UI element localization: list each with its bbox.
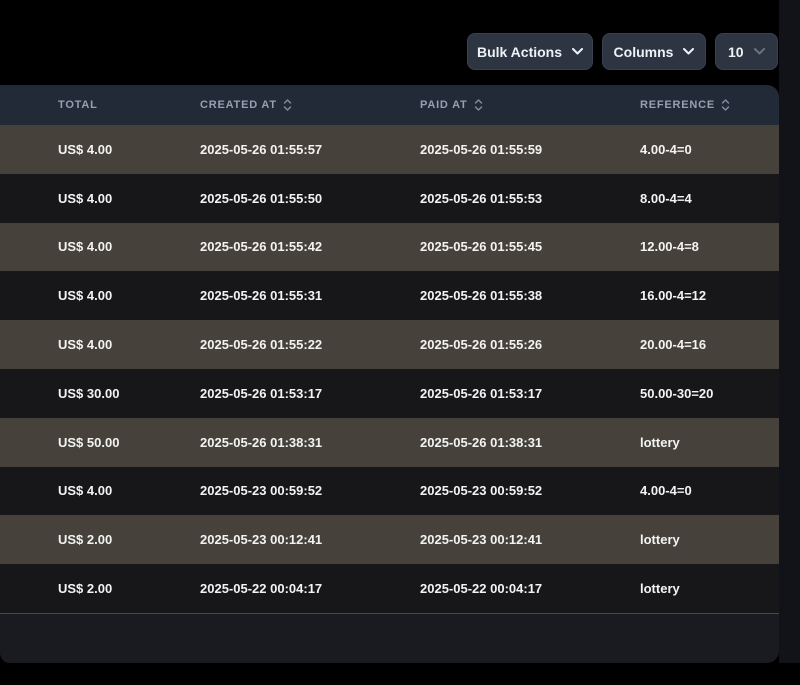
columns-label: Columns: [614, 44, 674, 60]
cell-reference: lottery: [640, 435, 779, 450]
table-row[interactable]: US$ 30.002025-05-26 01:53:172025-05-26 0…: [0, 369, 779, 418]
column-header-label: PAID AT: [420, 99, 468, 111]
table-footer: [0, 613, 779, 663]
cell-reference: 16.00-4=12: [640, 288, 779, 303]
cell-reference: 12.00-4=8: [640, 239, 779, 254]
table-row[interactable]: US$ 2.002025-05-23 00:12:412025-05-23 00…: [0, 515, 779, 564]
cell-paid-at: 2025-05-26 01:55:26: [420, 337, 640, 352]
cell-reference: 4.00-4=0: [640, 142, 779, 157]
cell-reference: lottery: [640, 581, 779, 596]
right-gutter: [779, 0, 800, 663]
column-header-created-at[interactable]: CREATED AT: [200, 99, 420, 111]
table-row[interactable]: US$ 4.002025-05-26 01:55:222025-05-26 01…: [0, 320, 779, 369]
cell-created-at: 2025-05-26 01:55:57: [200, 142, 420, 157]
column-header-total: TOTAL: [0, 99, 200, 111]
cell-total: US$ 4.00: [0, 337, 200, 352]
page: Bulk Actions Columns 10 TOTAL CREATED AT: [0, 0, 800, 685]
bulk-actions-button[interactable]: Bulk Actions: [467, 33, 593, 70]
cell-reference: 20.00-4=16: [640, 337, 779, 352]
cell-total: US$ 30.00: [0, 386, 200, 401]
page-size-value: 10: [728, 44, 744, 60]
cell-created-at: 2025-05-23 00:59:52: [200, 483, 420, 498]
cell-paid-at: 2025-05-26 01:53:17: [420, 386, 640, 401]
chevron-down-icon: [572, 48, 583, 55]
sort-icon: [721, 99, 730, 111]
sort-icon: [474, 99, 483, 111]
cell-reference: lottery: [640, 532, 779, 547]
column-header-label: REFERENCE: [640, 99, 715, 111]
table-row[interactable]: US$ 50.002025-05-26 01:38:312025-05-26 0…: [0, 418, 779, 467]
column-header-paid-at[interactable]: PAID AT: [420, 99, 640, 111]
column-header-label: TOTAL: [58, 99, 98, 111]
cell-total: US$ 4.00: [0, 191, 200, 206]
cell-total: US$ 4.00: [0, 239, 200, 254]
cell-total: US$ 2.00: [0, 532, 200, 547]
cell-paid-at: 2025-05-26 01:55:59: [420, 142, 640, 157]
cell-total: US$ 50.00: [0, 435, 200, 450]
table-row[interactable]: US$ 4.002025-05-23 00:59:522025-05-23 00…: [0, 467, 779, 516]
table-row[interactable]: US$ 4.002025-05-26 01:55:312025-05-26 01…: [0, 271, 779, 320]
cell-created-at: 2025-05-26 01:55:22: [200, 337, 420, 352]
cell-paid-at: 2025-05-23 00:59:52: [420, 483, 640, 498]
cell-paid-at: 2025-05-26 01:55:38: [420, 288, 640, 303]
cell-reference: 50.00-30=20: [640, 386, 779, 401]
cell-paid-at: 2025-05-26 01:38:31: [420, 435, 640, 450]
cell-created-at: 2025-05-26 01:55:50: [200, 191, 420, 206]
chevron-down-icon: [754, 48, 765, 55]
cell-paid-at: 2025-05-26 01:55:53: [420, 191, 640, 206]
table-body: US$ 4.002025-05-26 01:55:572025-05-26 01…: [0, 125, 779, 613]
table-row[interactable]: US$ 4.002025-05-26 01:55:572025-05-26 01…: [0, 125, 779, 174]
column-header-label: CREATED AT: [200, 99, 277, 111]
columns-button[interactable]: Columns: [602, 33, 706, 70]
cell-created-at: 2025-05-23 00:12:41: [200, 532, 420, 547]
page-size-select[interactable]: 10: [715, 33, 778, 70]
cell-paid-at: 2025-05-26 01:55:45: [420, 239, 640, 254]
payments-table: TOTAL CREATED AT PAID AT REFERENCE: [0, 85, 779, 663]
cell-created-at: 2025-05-26 01:55:42: [200, 239, 420, 254]
cell-created-at: 2025-05-26 01:53:17: [200, 386, 420, 401]
sort-icon: [283, 99, 292, 111]
cell-created-at: 2025-05-26 01:55:31: [200, 288, 420, 303]
cell-reference: 8.00-4=4: [640, 191, 779, 206]
table-toolbar: Bulk Actions Columns 10: [467, 33, 778, 70]
column-header-reference[interactable]: REFERENCE: [640, 99, 779, 111]
cell-paid-at: 2025-05-22 00:04:17: [420, 581, 640, 596]
cell-total: US$ 4.00: [0, 483, 200, 498]
table-row[interactable]: US$ 2.002025-05-22 00:04:172025-05-22 00…: [0, 564, 779, 613]
table-header-row: TOTAL CREATED AT PAID AT REFERENCE: [0, 85, 779, 125]
table-row[interactable]: US$ 4.002025-05-26 01:55:502025-05-26 01…: [0, 174, 779, 223]
table-row[interactable]: US$ 4.002025-05-26 01:55:422025-05-26 01…: [0, 223, 779, 272]
cell-reference: 4.00-4=0: [640, 483, 779, 498]
cell-total: US$ 4.00: [0, 288, 200, 303]
bulk-actions-label: Bulk Actions: [477, 44, 562, 60]
cell-total: US$ 4.00: [0, 142, 200, 157]
cell-total: US$ 2.00: [0, 581, 200, 596]
cell-created-at: 2025-05-26 01:38:31: [200, 435, 420, 450]
cell-paid-at: 2025-05-23 00:12:41: [420, 532, 640, 547]
chevron-down-icon: [683, 48, 694, 55]
cell-created-at: 2025-05-22 00:04:17: [200, 581, 420, 596]
